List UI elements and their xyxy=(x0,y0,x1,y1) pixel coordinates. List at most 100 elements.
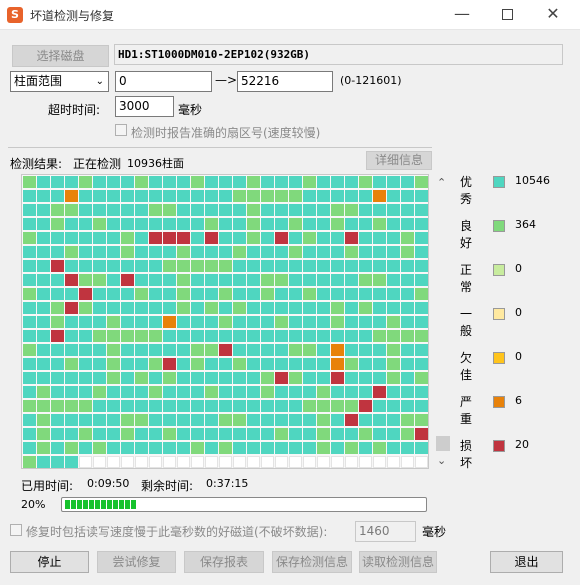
map-cell xyxy=(331,260,344,272)
map-cell xyxy=(177,316,190,328)
close-icon[interactable]: ✕ xyxy=(538,4,568,26)
map-cell xyxy=(177,302,190,314)
map-cell xyxy=(23,288,36,300)
map-cell xyxy=(191,204,204,216)
map-cell xyxy=(177,456,190,468)
save-report-button[interactable]: 保存报表 xyxy=(184,551,264,573)
map-cell xyxy=(415,232,428,244)
map-cell xyxy=(93,358,106,370)
range-type-select[interactable]: 柱面范围 ⌄ xyxy=(10,71,109,92)
map-cell xyxy=(261,260,274,272)
map-cell xyxy=(163,456,176,468)
map-cell xyxy=(37,442,50,454)
map-cell xyxy=(233,358,246,370)
map-cell xyxy=(261,218,274,230)
exit-button[interactable]: 退出 xyxy=(490,551,563,573)
map-cell xyxy=(93,246,106,258)
map-cell xyxy=(79,204,92,216)
map-cell xyxy=(233,372,246,384)
map-cell xyxy=(121,358,134,370)
map-cell xyxy=(303,456,316,468)
map-cell xyxy=(233,316,246,328)
repair-slow-checkbox[interactable] xyxy=(10,524,22,536)
map-cell xyxy=(261,400,274,412)
map-cell xyxy=(93,442,106,454)
map-cell xyxy=(79,316,92,328)
map-cell xyxy=(345,190,358,202)
legend-label: 欠佳 xyxy=(460,351,473,382)
map-cell xyxy=(65,344,78,356)
timeout-input[interactable]: 3000 xyxy=(115,96,174,117)
result-value: 正在检测 xyxy=(73,157,122,171)
map-cell xyxy=(51,260,64,272)
detail-button[interactable]: 详细信息 xyxy=(366,151,432,170)
map-cell xyxy=(233,442,246,454)
map-cell xyxy=(303,302,316,314)
scroll-up-icon[interactable]: ⌃ xyxy=(437,176,446,189)
repair-threshold-input[interactable]: 1460 xyxy=(355,521,416,542)
map-cell xyxy=(121,428,134,440)
map-cell xyxy=(275,386,288,398)
minimize-icon[interactable]: — xyxy=(447,4,477,26)
map-cell xyxy=(177,246,190,258)
legend-label: 正常 xyxy=(460,263,473,294)
map-cell xyxy=(261,456,274,468)
map-cell xyxy=(163,442,176,454)
map-cell xyxy=(135,344,148,356)
map-cell xyxy=(345,358,358,370)
map-cell xyxy=(275,246,288,258)
map-cell xyxy=(331,274,344,286)
map-cell xyxy=(233,232,246,244)
map-cell xyxy=(37,302,50,314)
map-cell xyxy=(177,428,190,440)
map-cell xyxy=(415,176,428,188)
map-cell xyxy=(233,428,246,440)
map-cell xyxy=(121,302,134,314)
map-cell xyxy=(387,386,400,398)
map-cell xyxy=(233,246,246,258)
map-cell xyxy=(401,358,414,370)
load-scan-button[interactable]: 读取检测信息 xyxy=(359,551,437,573)
map-cell xyxy=(107,372,120,384)
map-cell xyxy=(387,302,400,314)
scroll-thumb[interactable] xyxy=(436,436,450,451)
map-cell xyxy=(121,176,134,188)
map-cell xyxy=(289,442,302,454)
map-cell xyxy=(373,316,386,328)
stop-button[interactable]: 停止 xyxy=(10,551,89,573)
map-cell xyxy=(65,386,78,398)
map-cell xyxy=(191,442,204,454)
range-start-input[interactable]: 0 xyxy=(115,71,212,92)
save-scan-button[interactable]: 保存检测信息 xyxy=(272,551,352,573)
select-disk-button[interactable]: 选择磁盘 xyxy=(12,45,109,67)
map-scrollbar[interactable]: ⌃ ⌄ xyxy=(435,176,451,470)
map-cell xyxy=(79,260,92,272)
scroll-down-icon[interactable]: ⌄ xyxy=(437,454,446,467)
map-cell xyxy=(177,232,190,244)
map-cell xyxy=(121,414,134,426)
map-cell xyxy=(37,316,50,328)
map-cell xyxy=(373,428,386,440)
map-cell xyxy=(415,204,428,216)
repair-threshold-unit: 毫秒 xyxy=(422,525,447,539)
maximize-icon[interactable] xyxy=(492,4,522,26)
range-end-input[interactable]: 52216 xyxy=(237,71,333,92)
try-repair-button[interactable]: 尝试修复 xyxy=(97,551,176,573)
map-cell xyxy=(275,218,288,230)
report-sector-checkbox[interactable] xyxy=(115,124,127,136)
map-cell xyxy=(219,204,232,216)
map-cell xyxy=(149,456,162,468)
map-cell xyxy=(51,442,64,454)
map-cell xyxy=(107,176,120,188)
map-cell xyxy=(373,288,386,300)
map-cell xyxy=(275,302,288,314)
map-cell xyxy=(163,218,176,230)
map-cell xyxy=(345,260,358,272)
map-cell xyxy=(135,246,148,258)
map-cell xyxy=(191,372,204,384)
map-cell xyxy=(415,190,428,202)
map-cell xyxy=(387,204,400,216)
map-cell xyxy=(289,204,302,216)
map-cell xyxy=(37,288,50,300)
map-cell xyxy=(233,274,246,286)
